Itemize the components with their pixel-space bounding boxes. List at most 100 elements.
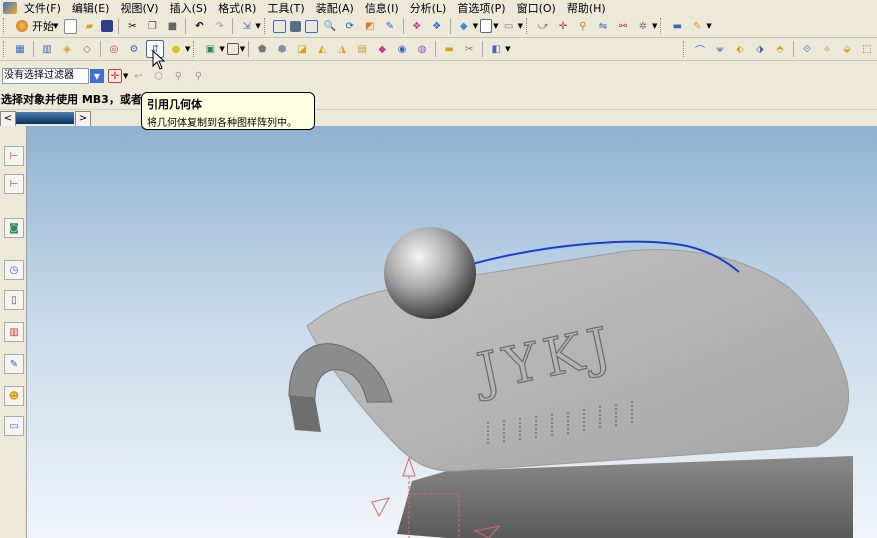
pad-icon[interactable]: ◆ <box>374 41 390 57</box>
menu-analysis[interactable]: 分析(L) <box>407 0 455 16</box>
menu-help[interactable]: 帮助(H) <box>564 0 614 16</box>
select-dropdown-icon[interactable]: ✛ <box>108 69 122 83</box>
component-icon[interactable]: ◈ <box>59 41 75 57</box>
analysis-icon[interactable]: ✎ <box>4 354 24 374</box>
selection-filter-select[interactable]: 没有选择过滤器 <box>2 68 89 84</box>
zoom-window-icon[interactable] <box>304 19 318 33</box>
selection-priority-icon[interactable]: ⚲ <box>190 68 206 84</box>
filter-dropdown-button[interactable]: ▼ <box>90 69 104 83</box>
chevron-down-icon[interactable]: ▼ <box>185 45 190 53</box>
select-icon[interactable]: ⇲ <box>238 18 254 34</box>
layer-settings-icon[interactable]: ❖ <box>429 18 445 34</box>
groove-icon[interactable]: ◍ <box>414 41 430 57</box>
rotate-icon[interactable]: ⟳ <box>342 18 358 34</box>
extrude-icon[interactable]: ◇ <box>79 41 95 57</box>
redo-icon[interactable]: ↷ <box>211 18 227 34</box>
menu-view[interactable]: 视图(V) <box>117 0 166 16</box>
undo-icon[interactable]: ↶ <box>191 18 207 34</box>
thread-icon[interactable]: ▬ <box>441 41 457 57</box>
curve-icon[interactable]: ⤻ <box>535 18 551 34</box>
new-file-icon[interactable] <box>64 18 78 34</box>
save-icon[interactable] <box>101 20 114 32</box>
open-folder-icon[interactable]: ▰ <box>81 18 97 34</box>
thicken-icon[interactable]: ⬖ <box>732 41 748 57</box>
menu-tools[interactable]: 工具(T) <box>264 0 312 16</box>
roles-icon[interactable]: ☻ <box>4 386 24 406</box>
assembly-icon[interactable]: ▥ <box>39 41 55 57</box>
toolbar-grip[interactable] <box>660 18 664 34</box>
zoom-icon[interactable] <box>289 20 301 32</box>
color-palette-icon[interactable]: ▥ <box>4 322 24 342</box>
paste-icon[interactable]: ■ <box>164 18 180 34</box>
pan-icon[interactable]: ◩ <box>362 18 378 34</box>
menu-information[interactable]: 信息(I) <box>362 0 407 16</box>
boss-icon[interactable]: ◮ <box>334 41 350 57</box>
graphics-window[interactable]: JYKJ <box>27 126 877 538</box>
mirror-icon[interactable]: ⬗ <box>752 41 768 57</box>
assembly-navigator-icon[interactable]: ⊢ <box>4 146 24 166</box>
menu-edit[interactable]: 编辑(E) <box>69 0 118 16</box>
format-icon[interactable]: ✲ <box>635 18 651 34</box>
pattern-icon[interactable]: ◧ <box>488 41 504 57</box>
datum-plane-icon[interactable]: ▣ <box>202 41 218 57</box>
sketch-icon[interactable]: ▭ <box>501 18 517 34</box>
part-navigator-icon[interactable]: ◙ <box>4 218 24 238</box>
menu-preferences[interactable]: 首选项(P) <box>454 0 513 16</box>
datum-icon[interactable]: ✛ <box>555 18 571 34</box>
sweep-icon[interactable]: ⚙ <box>126 41 142 57</box>
start-button[interactable]: 开始 ▼ <box>10 18 62 34</box>
menu-assembly[interactable]: 装配(A) <box>313 0 362 16</box>
revolve-icon[interactable]: ◎ <box>106 41 122 57</box>
chevron-down-icon[interactable]: ▼ <box>240 45 245 53</box>
chevron-down-icon[interactable]: ▼ <box>123 72 128 80</box>
chevron-down-icon[interactable]: ▼ <box>706 22 711 30</box>
dimension-icon[interactable]: ⇋ <box>595 18 611 34</box>
chevron-down-icon[interactable]: ▼ <box>505 45 510 53</box>
toolbar-grip[interactable] <box>525 18 530 34</box>
menu-window[interactable]: 窗口(O) <box>514 0 564 16</box>
toolbar-grip[interactable] <box>3 41 7 57</box>
snap-view-icon[interactable]: ✎ <box>382 18 398 34</box>
patch-icon[interactable]: ⬙ <box>839 41 855 57</box>
history-icon[interactable]: ◷ <box>4 260 24 280</box>
chevron-down-icon[interactable]: ▼ <box>255 22 260 30</box>
menu-insert[interactable]: 插入(S) <box>167 0 216 16</box>
draft-icon[interactable]: ⬘ <box>772 41 788 57</box>
sew-icon[interactable]: ⟡ <box>819 41 835 57</box>
trim-icon[interactable]: ✂ <box>461 41 477 57</box>
shell-icon[interactable]: ◪ <box>294 41 310 57</box>
offset-icon[interactable]: ⩖ <box>712 41 728 57</box>
measure-icon[interactable]: ⚲ <box>575 18 591 34</box>
scrollbar-thumb[interactable] <box>16 112 74 124</box>
chevron-down-icon[interactable]: ▼ <box>473 22 478 30</box>
toolbar-grip[interactable] <box>193 41 197 57</box>
slot-icon[interactable]: ◉ <box>394 41 410 57</box>
surface-icon[interactable]: ⌒ <box>692 41 708 57</box>
reuse-library-icon[interactable]: ▯ <box>4 290 24 310</box>
horizontal-scrollbar[interactable]: < > <box>0 110 877 127</box>
preferences-icon[interactable]: ✎ <box>689 18 705 34</box>
copy-icon[interactable]: ❐ <box>144 18 160 34</box>
blend-icon[interactable]: ⬟ <box>254 41 270 57</box>
system-materials-icon[interactable]: ▭ <box>4 416 24 436</box>
toolbar-grip[interactable] <box>683 41 687 57</box>
chamfer-icon[interactable]: ⬢ <box>274 41 290 57</box>
chevron-down-icon[interactable]: ▼ <box>493 22 498 30</box>
search-icon[interactable]: 🔍 <box>322 18 338 34</box>
shaded-view-icon[interactable]: ◆ <box>456 18 472 34</box>
toolbar-grip[interactable] <box>263 18 268 34</box>
hole-icon[interactable]: ◭ <box>314 41 330 57</box>
chevron-down-icon[interactable]: ▼ <box>219 45 224 53</box>
scroll-right-button[interactable]: > <box>75 111 91 127</box>
undo-select-icon[interactable]: ↩ <box>130 68 146 84</box>
cut-icon[interactable]: ✂ <box>124 18 140 34</box>
knit-icon[interactable]: ⟐ <box>799 41 815 57</box>
toolbar-grip[interactable] <box>3 18 7 34</box>
grid-icon[interactable]: ▦ <box>12 41 28 57</box>
pocket-icon[interactable]: ▤ <box>354 41 370 57</box>
constraint-navigator-icon[interactable]: ⊢ <box>4 174 24 194</box>
layer-icon[interactable]: ❖ <box>409 18 425 34</box>
sphere-icon[interactable]: ● <box>168 41 184 57</box>
chevron-down-icon[interactable]: ▼ <box>518 22 523 30</box>
box-icon[interactable] <box>226 43 239 55</box>
